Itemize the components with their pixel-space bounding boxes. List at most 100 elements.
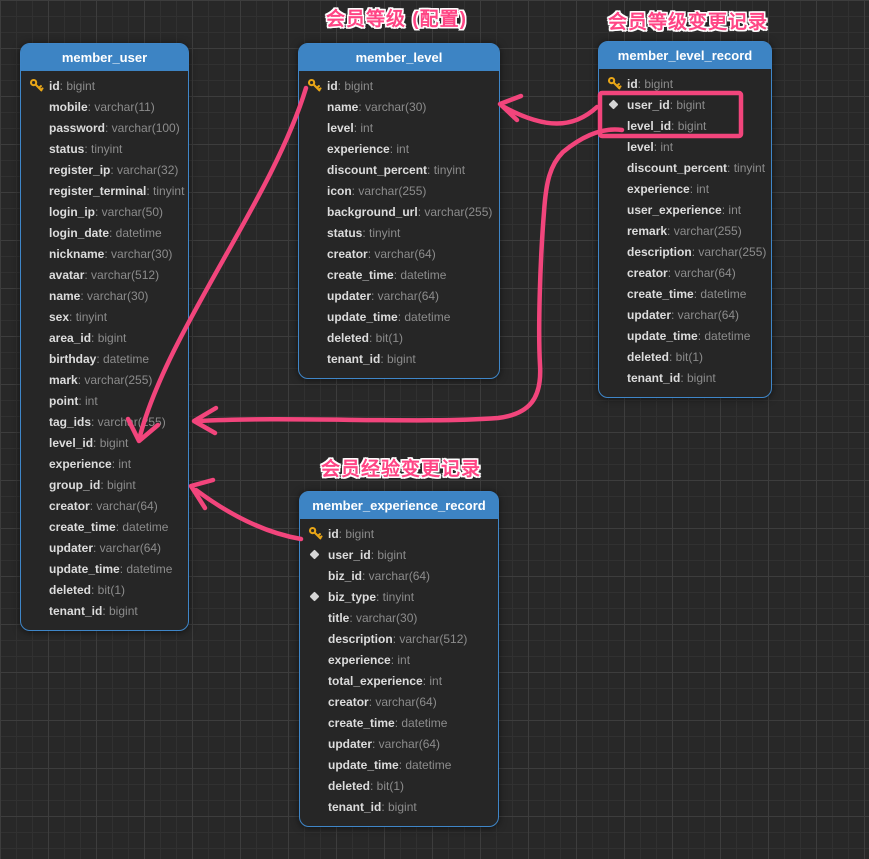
field-name: remark bbox=[627, 224, 667, 238]
field-type: : tinyint bbox=[69, 310, 107, 324]
field-name: discount_percent bbox=[327, 163, 427, 177]
field-name: sex bbox=[49, 310, 69, 324]
table-body-member_user: id: bigintmobile: varchar(11)password: v… bbox=[21, 71, 188, 630]
field-type: : bit(1) bbox=[91, 583, 125, 597]
field-row-member_level_record-experience: experience: int bbox=[607, 178, 767, 199]
field-row-member_user-sex: sex: tinyint bbox=[29, 306, 184, 327]
field-row-member_level_record-id: id: bigint bbox=[607, 73, 767, 94]
field-type: : datetime bbox=[694, 287, 747, 301]
field-name: updater bbox=[327, 289, 371, 303]
field-type: : varchar(50) bbox=[95, 205, 163, 219]
table-title-member_level_record[interactable]: member_level_record bbox=[599, 42, 771, 69]
table-card-member_level_record[interactable]: member_level_record id: bigint user_id : bi… bbox=[598, 41, 772, 398]
field-name: creator bbox=[627, 266, 668, 280]
field-row-member_level_record-level: level: int bbox=[607, 136, 767, 157]
field-name: login_date bbox=[49, 226, 109, 240]
field-name: tenant_id bbox=[328, 800, 381, 814]
table-title-member_experience_record[interactable]: member_experience_record bbox=[300, 492, 498, 519]
field-type: : varchar(100) bbox=[105, 121, 180, 135]
field-row-member_user-creator: creator: varchar(64) bbox=[29, 495, 184, 516]
field-name: description bbox=[328, 632, 393, 646]
field-name: status bbox=[49, 142, 84, 156]
annotation-level-record-title: 会员等级变更记录 bbox=[608, 7, 768, 34]
field-row-member_level_record-deleted: deleted: bit(1) bbox=[607, 346, 767, 367]
field-type: : varchar(11) bbox=[88, 100, 155, 114]
field-type: : bigint bbox=[60, 79, 95, 93]
field-name: register_ip bbox=[49, 163, 110, 177]
field-type: : varchar(255) bbox=[418, 205, 493, 219]
table-card-member_experience_record[interactable]: member_experience_recordid: bigintuser_i… bbox=[299, 491, 499, 827]
field-type: : varchar(64) bbox=[90, 499, 158, 513]
field-row-member_user-updater: updater: varchar(64) bbox=[29, 537, 184, 558]
field-name: password bbox=[49, 121, 105, 135]
field-type: : datetime bbox=[394, 268, 447, 282]
field-type: : int bbox=[423, 674, 442, 688]
field-row-member_experience_record-updater: updater: varchar(64) bbox=[308, 733, 494, 754]
field-type: : int bbox=[354, 121, 373, 135]
field-row-member_level_record-discount_percent: discount_percent: tinyint bbox=[607, 157, 767, 178]
field-name: name bbox=[49, 289, 80, 303]
field-name: description bbox=[627, 245, 692, 259]
index-key-icon bbox=[310, 550, 320, 560]
field-name: birthday bbox=[49, 352, 96, 366]
table-card-member_level[interactable]: member_level id: bigintname: varchar(30) l… bbox=[298, 43, 500, 379]
field-name: update_time bbox=[627, 329, 698, 343]
field-name: register_terminal bbox=[49, 184, 146, 198]
field-type: : varchar(64) bbox=[368, 247, 436, 261]
primary-key-icon bbox=[607, 76, 622, 91]
field-row-member_experience_record-tenant_id: tenant_id: bigint bbox=[308, 796, 494, 817]
field-name: biz_id bbox=[328, 569, 362, 583]
diagram-canvas[interactable]: 会员等级 (配置) 会员等级变更记录 会员经验变更记录 member_useri… bbox=[0, 0, 869, 859]
field-row-member_user-status: status: tinyint bbox=[29, 138, 184, 159]
field-type: : bigint bbox=[680, 371, 715, 385]
arrow-experience-record-to-member-user bbox=[196, 490, 301, 539]
field-type: : bigint bbox=[102, 604, 137, 618]
field-row-member_user-register_terminal: register_terminal: tinyint bbox=[29, 180, 184, 201]
field-row-member_user-tenant_id: tenant_id: bigint bbox=[29, 600, 184, 621]
field-row-member_level-background_url: background_url: varchar(255) bbox=[307, 201, 495, 222]
field-name: mark bbox=[49, 373, 78, 387]
field-row-member_level-experience: experience: int bbox=[307, 138, 495, 159]
field-type: : tinyint bbox=[84, 142, 122, 156]
field-name: user_id bbox=[328, 548, 371, 562]
table-card-member_user[interactable]: member_userid: bigintmobile: varchar(11)… bbox=[20, 43, 189, 631]
field-type: : bigint bbox=[91, 331, 126, 345]
field-type: : datetime bbox=[399, 758, 452, 772]
field-row-member_user-name: name: varchar(30) bbox=[29, 285, 184, 306]
table-title-member_level[interactable]: member_level bbox=[299, 44, 499, 71]
field-row-member_user-tag_ids: tag_ids: varchar(255) bbox=[29, 411, 184, 432]
field-name: deleted bbox=[627, 350, 669, 364]
field-type: : varchar(255) bbox=[667, 224, 742, 238]
field-row-member_level-status: status: tinyint bbox=[307, 222, 495, 243]
field-type: : varchar(64) bbox=[668, 266, 736, 280]
field-type: : varchar(255) bbox=[78, 373, 153, 387]
field-type: : datetime bbox=[698, 329, 751, 343]
field-name: user_experience bbox=[627, 203, 722, 217]
field-name: level_id bbox=[49, 436, 93, 450]
field-row-member_experience_record-total_experience: total_experience: int bbox=[308, 670, 494, 691]
field-row-member_user-login_ip: login_ip: varchar(50) bbox=[29, 201, 184, 222]
field-type: : int bbox=[390, 142, 409, 156]
field-row-member_level-id: id: bigint bbox=[307, 75, 495, 96]
table-title-member_user[interactable]: member_user bbox=[21, 44, 188, 71]
field-type: : tinyint bbox=[146, 184, 184, 198]
field-name: avatar bbox=[49, 268, 84, 282]
field-name: id bbox=[327, 79, 338, 93]
field-name: name bbox=[327, 100, 358, 114]
field-name: total_experience bbox=[328, 674, 423, 688]
field-row-member_experience_record-experience: experience: int bbox=[308, 649, 494, 670]
field-name: point bbox=[49, 394, 78, 408]
field-type: : int bbox=[78, 394, 97, 408]
field-type: : tinyint bbox=[727, 161, 765, 175]
field-name: update_time bbox=[327, 310, 398, 324]
field-row-member_user-login_date: login_date: datetime bbox=[29, 222, 184, 243]
field-name: updater bbox=[627, 308, 671, 322]
field-name: user_id bbox=[627, 98, 670, 112]
field-name: level bbox=[327, 121, 354, 135]
field-row-member_level-name: name: varchar(30) bbox=[307, 96, 495, 117]
field-type: : int bbox=[654, 140, 673, 154]
field-name: updater bbox=[49, 541, 93, 555]
field-type: : bigint bbox=[100, 478, 135, 492]
field-name: tenant_id bbox=[49, 604, 102, 618]
field-row-member_level_record-create_time: create_time: datetime bbox=[607, 283, 767, 304]
